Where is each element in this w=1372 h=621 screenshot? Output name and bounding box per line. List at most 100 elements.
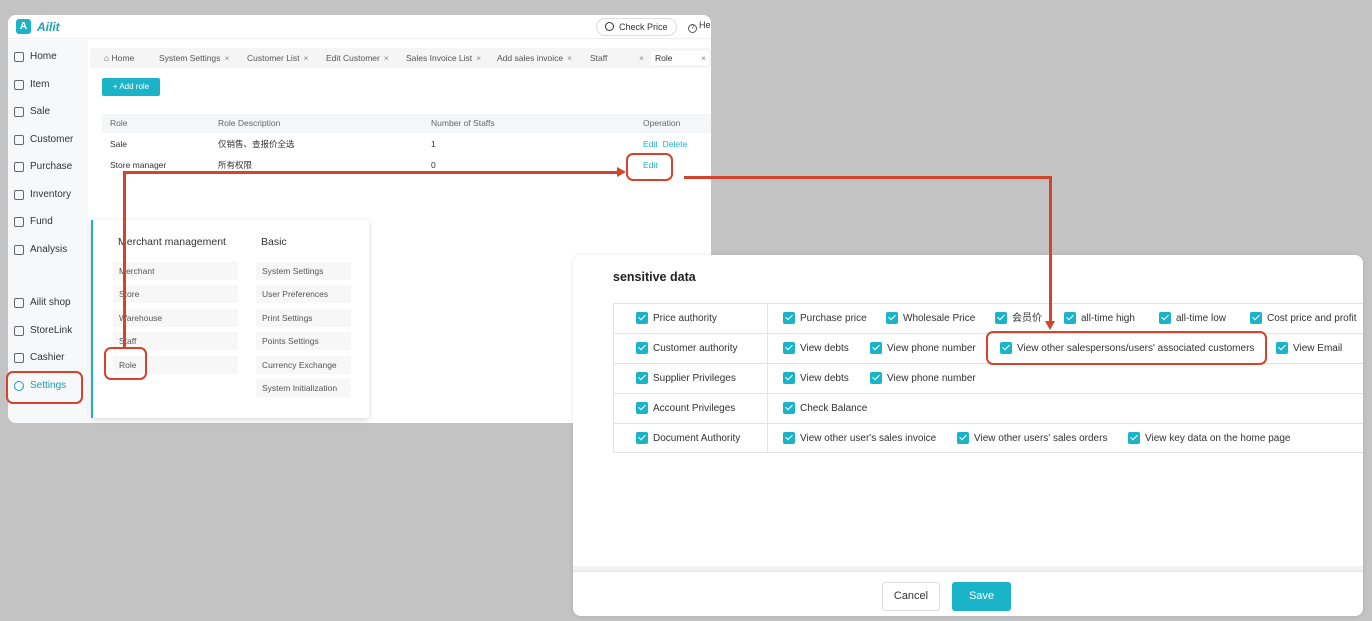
item-icon [14, 80, 24, 90]
checkbox-label: Customer authority [653, 343, 738, 354]
category-checkbox[interactable]: Customer authority [636, 342, 737, 356]
close-icon[interactable]: × [639, 53, 644, 63]
permission-row-document: Document Authority View other user's sal… [614, 424, 1363, 454]
tab-add-sales-invoice[interactable]: Add sales invoice × [497, 51, 572, 65]
menu-item-store[interactable]: Store [113, 285, 238, 303]
add-role-button[interactable]: + Add role [102, 78, 160, 96]
close-icon[interactable]: × [303, 53, 308, 63]
sidebar-item-inventory[interactable]: Inventory [8, 185, 88, 205]
permission-checkbox[interactable]: 会员价 [995, 312, 1042, 326]
permission-checkbox[interactable]: Check Balance [783, 402, 867, 416]
tab-role[interactable]: Role × [651, 51, 709, 65]
close-icon[interactable]: × [567, 53, 572, 63]
customer-icon [14, 135, 24, 145]
permission-checkbox[interactable]: Purchase price [783, 312, 867, 326]
check-price-button[interactable]: Check Price [596, 18, 677, 36]
menu-item-warehouse[interactable]: Warehouse [113, 309, 238, 327]
permission-checkbox[interactable]: all-time high [1064, 312, 1135, 326]
checkbox-label: all-time high [1081, 313, 1135, 324]
tab-label: Role [655, 53, 673, 63]
permission-checkbox[interactable]: View other user's sales invoice [783, 432, 936, 446]
close-icon[interactable]: × [384, 53, 389, 63]
checkbox-checked-icon [886, 312, 898, 324]
menu-item-user-preferences[interactable]: User Preferences [256, 285, 351, 303]
permission-checkbox[interactable]: View phone number [870, 372, 976, 386]
tab-label: Home [111, 53, 135, 63]
tab-customer-list[interactable]: Customer List × [247, 51, 308, 65]
cell-operation: Edit Delete [643, 135, 692, 154]
highlight-view-other-customers [986, 331, 1267, 365]
sidebar-item-storelink[interactable]: StoreLink [8, 321, 88, 341]
sidebar-item-item[interactable]: Item [8, 75, 88, 95]
permission-checkbox[interactable]: Wholesale Price [886, 312, 975, 326]
checkbox-label: Check Balance [800, 403, 868, 414]
tab-staff-close[interactable]: × [635, 51, 644, 65]
sidebar-item-sale[interactable]: Sale [8, 102, 88, 122]
checkbox-label: View phone number [887, 343, 976, 354]
sidebar-item-label: Sale [30, 106, 51, 117]
close-icon[interactable]: × [224, 53, 229, 63]
sidebar-item-label: Fund [30, 216, 53, 227]
sidebar-item-label: Analysis [30, 244, 68, 255]
sidebar-item-cashier[interactable]: Cashier [8, 348, 88, 368]
permissions-panel: sensitive data Price authority Purchase … [573, 255, 1363, 616]
checkbox-checked-icon [636, 312, 648, 324]
menu-heading-basic: Basic [261, 236, 287, 248]
help-label: Hel [699, 20, 711, 30]
permission-checkbox[interactable]: all-time low [1159, 312, 1226, 326]
table-row: Sale 仅销售、查报价全选 1 Edit Delete [102, 135, 711, 156]
tab-edit-customer[interactable]: Edit Customer × [326, 51, 389, 65]
permission-row-price: Price authority Purchase price Wholesale… [614, 304, 1363, 334]
permission-checkbox[interactable]: View Email [1276, 342, 1342, 356]
permission-checkbox[interactable]: Cost price and profit [1250, 312, 1357, 326]
permission-checkbox[interactable]: View other users' sales orders [957, 432, 1107, 446]
tab-label: Sales Invoice List [406, 53, 473, 63]
checkbox-label: View key data on the home page [1145, 433, 1291, 444]
sidebar: Home Item Sale Customer Purchase Invento… [8, 40, 88, 423]
menu-item-system-initialization[interactable]: System Initialization [256, 379, 351, 397]
checkbox-label: Price authority [653, 313, 717, 324]
menu-heading-merchant-management: Merchant management [118, 236, 226, 248]
category-checkbox[interactable]: Price authority [636, 312, 717, 326]
header-operation: Operation [643, 118, 681, 128]
sidebar-item-analysis[interactable]: Analysis [8, 240, 88, 260]
permission-checkbox[interactable]: View key data on the home page [1128, 432, 1290, 446]
checkbox-label: View Email [1293, 343, 1343, 354]
cell-role: Sale [110, 139, 128, 149]
cancel-button[interactable]: Cancel [882, 582, 940, 611]
category-checkbox[interactable]: Account Privileges [636, 402, 735, 416]
menu-item-merchant[interactable]: Merchant [113, 262, 238, 280]
top-bar: A Ailit Check Price ?Hel [8, 15, 711, 39]
category-checkbox[interactable]: Document Authority [636, 432, 740, 446]
menu-item-points-settings[interactable]: Points Settings [256, 332, 351, 350]
menu-item-print-settings[interactable]: Print Settings [256, 309, 351, 327]
close-icon[interactable]: × [476, 53, 481, 63]
arrow-down-icon [1045, 321, 1055, 330]
permission-checkbox[interactable]: View phone number [870, 342, 976, 356]
menu-item-currency-exchange[interactable]: Currency Exchange [256, 356, 351, 374]
tab-sales-invoice-list[interactable]: Sales Invoice List × [406, 51, 481, 65]
checkbox-label: Supplier Privileges [653, 373, 736, 384]
tab-system-settings[interactable]: System Settings × [159, 51, 229, 65]
header-role-description: Role Description [218, 118, 281, 128]
delete-link[interactable]: Delete [663, 139, 688, 149]
edit-link[interactable]: Edit [643, 139, 658, 149]
category-checkbox[interactable]: Supplier Privileges [636, 372, 736, 386]
tab-staff[interactable]: Staff [590, 51, 607, 65]
checkbox-label: View debts [800, 343, 849, 354]
help-link[interactable]: ?Hel [688, 20, 711, 33]
sidebar-item-home[interactable]: Home [8, 47, 88, 67]
permission-checkbox[interactable]: View debts [783, 372, 849, 386]
tab-label: Customer List [247, 53, 300, 63]
menu-item-system-settings[interactable]: System Settings [256, 262, 351, 280]
permission-checkbox[interactable]: View debts [783, 342, 849, 356]
close-icon[interactable]: × [701, 51, 706, 65]
brand-name: Ailit [37, 20, 60, 34]
sidebar-item-fund[interactable]: Fund [8, 212, 88, 232]
sidebar-item-ailit-shop[interactable]: Ailit shop [8, 293, 88, 313]
checkbox-checked-icon [1159, 312, 1171, 324]
save-button[interactable]: Save [952, 582, 1011, 611]
sidebar-item-customer[interactable]: Customer [8, 130, 88, 150]
sidebar-item-purchase[interactable]: Purchase [8, 157, 88, 177]
tab-home[interactable]: ⌂ Home [104, 51, 134, 65]
